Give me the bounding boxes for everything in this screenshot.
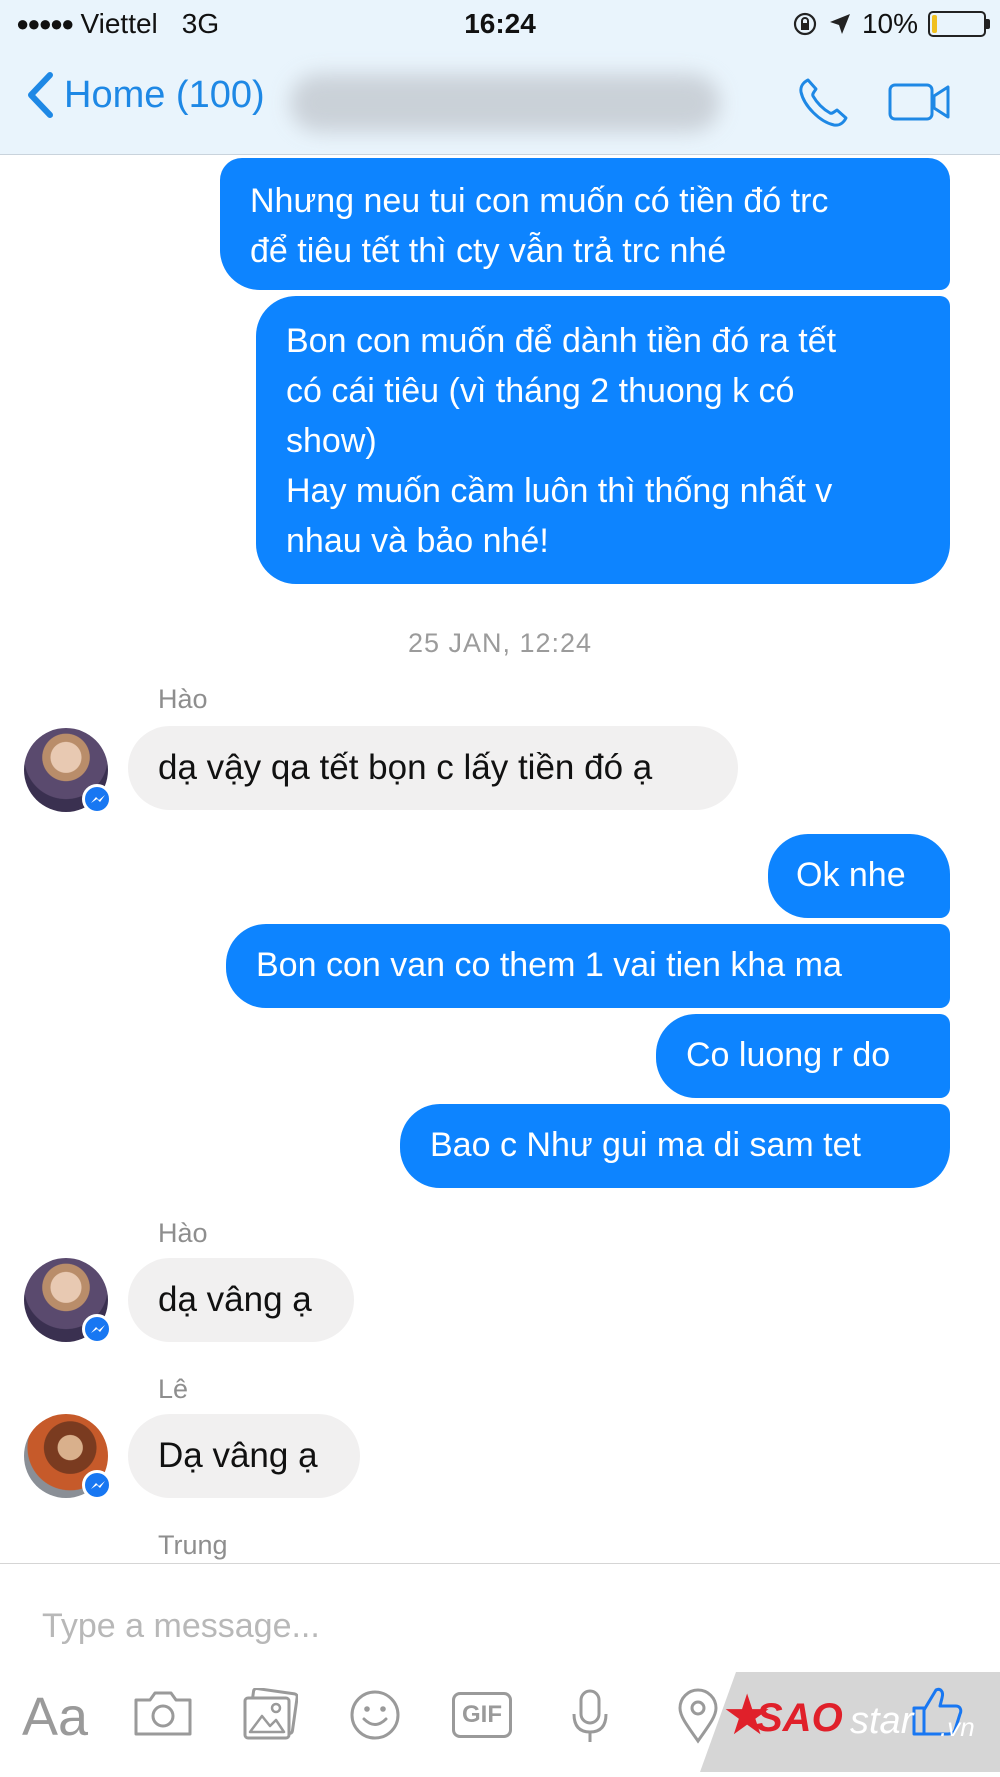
conversation-header: Home (100) — [0, 48, 1000, 155]
emoji-icon[interactable] — [348, 1688, 402, 1742]
phone-call-icon[interactable] — [796, 76, 850, 130]
message-text: Bon con van co them 1 vai tien kha ma — [256, 946, 842, 984]
watermark-brand: SAO — [756, 1696, 843, 1740]
message-text: Bon con muốn để dành tiền đó ra tết có c… — [286, 322, 837, 560]
orientation-lock-icon — [793, 12, 817, 36]
message-input[interactable] — [40, 1600, 944, 1652]
microphone-icon[interactable] — [570, 1688, 610, 1746]
outgoing-message[interactable]: Bon con muốn để dành tiền đó ra tết có c… — [256, 296, 950, 584]
message-text: Dạ vâng ạ — [158, 1436, 318, 1475]
message-text: Bao c Như gui ma di sam tet — [430, 1126, 861, 1164]
messenger-badge-icon — [82, 784, 112, 814]
outgoing-message[interactable]: Co luong r do — [656, 1014, 950, 1098]
back-button-label: Home (100) — [64, 73, 265, 116]
composer-divider — [0, 1563, 1000, 1564]
chevron-left-icon — [28, 72, 53, 118]
video-call-icon[interactable] — [888, 82, 952, 122]
incoming-message[interactable]: dạ vâng ạ — [128, 1258, 354, 1342]
battery-icon — [928, 11, 990, 37]
message-text: Nhưng neu tui con muốn có tiền đó trc để… — [250, 182, 829, 270]
text-format-icon[interactable]: Aa — [22, 1686, 88, 1748]
status-bar: ●●●●● Viettel 3G 16:24 10% — [0, 0, 1000, 48]
conversation-title-blurred[interactable] — [290, 74, 720, 132]
sender-name: Lê — [158, 1374, 189, 1404]
outgoing-message[interactable]: Bon con van co them 1 vai tien kha ma — [226, 924, 950, 1008]
sender-name: Trung — [158, 1530, 228, 1560]
messenger-badge-icon — [82, 1470, 112, 1500]
back-button[interactable]: Home (100) — [26, 72, 265, 118]
incoming-message[interactable]: dạ vậy qa tết bọn c lấy tiền đó ạ — [128, 726, 738, 810]
message-text: dạ vậy qa tết bọn c lấy tiền đó ạ — [158, 748, 653, 787]
outgoing-message[interactable]: Ok nhe — [768, 834, 950, 918]
outgoing-message[interactable]: Nhưng neu tui con muốn có tiền đó trc để… — [220, 158, 950, 290]
location-arrow-icon — [829, 14, 850, 34]
timestamp-divider: 25 JAN, 12:24 — [407, 628, 593, 658]
sender-name: Hào — [158, 684, 208, 714]
messenger-badge-icon — [82, 1314, 112, 1344]
gif-button[interactable]: GIF — [452, 1692, 512, 1738]
message-text: dạ vâng ạ — [158, 1280, 312, 1319]
message-text: Ok nhe — [796, 856, 906, 894]
camera-icon[interactable] — [132, 1688, 194, 1738]
outgoing-message[interactable]: Bao c Như gui ma di sam tet — [400, 1104, 950, 1188]
message-text: Co luong r do — [686, 1036, 891, 1074]
gallery-icon[interactable] — [242, 1688, 298, 1742]
sender-name: Hào — [158, 1218, 208, 1248]
watermark-domain: .vn — [940, 1712, 975, 1742]
battery-level — [932, 15, 937, 33]
watermark-brand-suffix: star — [850, 1700, 914, 1742]
battery-percent: 10% — [861, 8, 918, 39]
incoming-message[interactable]: Dạ vâng ạ — [128, 1414, 360, 1498]
